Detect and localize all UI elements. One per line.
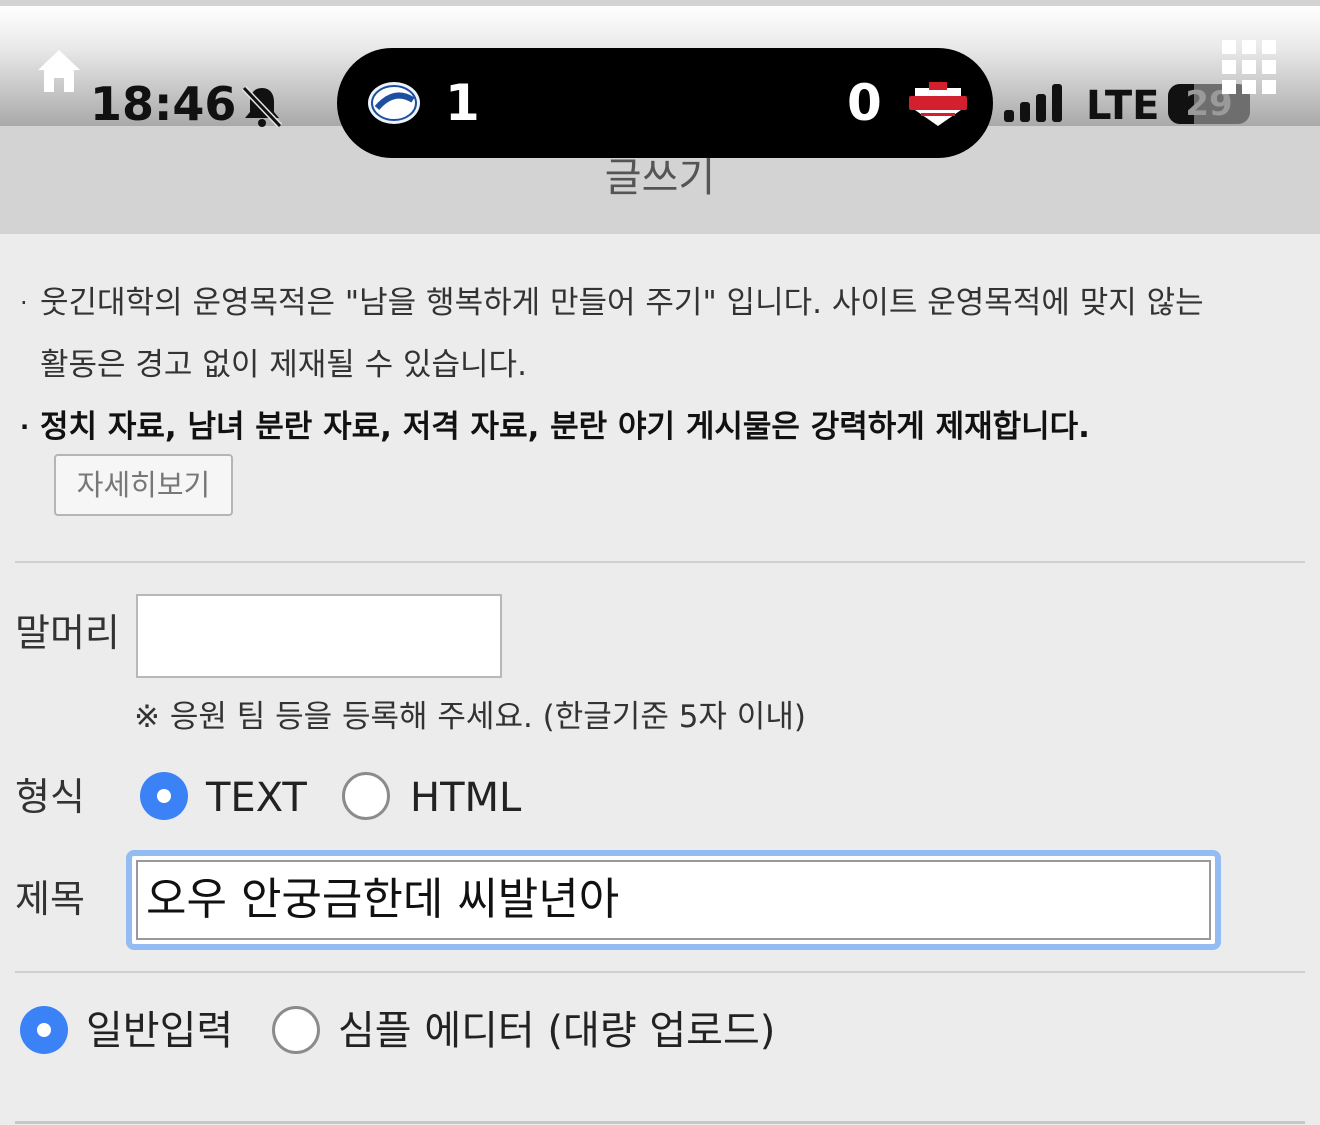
divider	[15, 1121, 1305, 1124]
subject-focus-ring: 오우 안궁금한데 씨발년아	[126, 850, 1221, 950]
grid-menu-icon[interactable]	[1218, 40, 1282, 104]
mode-basic-radio[interactable]	[20, 1006, 68, 1054]
mode-editor-label[interactable]: 심플 에디터 (대량 업로드)	[338, 1006, 775, 1056]
bell-muted-icon	[241, 85, 283, 128]
home-score: 1	[445, 74, 480, 132]
divider	[15, 561, 1305, 563]
format-html-radio[interactable]	[342, 772, 390, 820]
detail-button[interactable]: 자세히보기	[54, 454, 233, 516]
mode-basic-label[interactable]: 일반입력	[86, 1006, 233, 1056]
prefix-hint: ※ 응원 팀 등을 등록해 주세요. (한글기준 5자 이내)	[134, 699, 806, 735]
format-html-label[interactable]: HTML	[410, 773, 521, 823]
divider	[15, 971, 1305, 973]
notice-text-1-cont: 활동은 경고 없이 제재될 수 있습니다.	[40, 347, 527, 383]
format-label: 형식	[15, 775, 85, 819]
mode-editor-radio[interactable]	[272, 1006, 320, 1054]
format-text-label[interactable]: TEXT	[206, 773, 307, 823]
prefix-label: 말머리	[15, 611, 120, 655]
prefix-input[interactable]	[136, 594, 502, 678]
notice-item-operation: · 웃긴대학의 운영목적은 "남을 행복하게 만들어 주기" 입니다. 사이트 …	[20, 272, 1310, 396]
subject-label: 제목	[15, 877, 85, 921]
network-type: LTE	[1086, 83, 1160, 129]
lions-logo	[368, 82, 420, 124]
notice-text-2: 정치 자료, 남녀 분란 자료, 저격 자료, 분란 야기 게시물은 강력하게 …	[40, 409, 1090, 445]
bullet: ·	[20, 289, 28, 317]
notice-item-sanction: · 정치 자료, 남녀 분란 자료, 저격 자료, 분란 야기 게시물은 강력하…	[20, 396, 1310, 458]
page-title: 글쓰기	[604, 155, 716, 201]
app-header: 18:46 1 0 LTE 29 글쓰기	[0, 0, 1320, 234]
subject-input[interactable]: 오우 안궁금한데 씨발년아	[136, 860, 1211, 940]
signal-icon	[1004, 84, 1062, 122]
live-score-island[interactable]: 1 0	[337, 48, 993, 158]
away-score: 0	[847, 74, 882, 132]
format-text-radio[interactable]	[140, 772, 188, 820]
bullet: ·	[20, 413, 30, 441]
status-bar: 18:46 1 0 LTE 29	[0, 6, 1320, 158]
notice-box: · 웃긴대학의 운영목적은 "남을 행복하게 만들어 주기" 입니다. 사이트 …	[20, 272, 1310, 458]
status-time: 18:46	[90, 77, 237, 131]
home-icon[interactable]	[36, 48, 82, 94]
notice-text-1: 웃긴대학의 운영목적은 "남을 행복하게 만들어 주기" 입니다. 사이트 운영…	[40, 285, 1204, 321]
tigers-logo	[909, 82, 967, 126]
